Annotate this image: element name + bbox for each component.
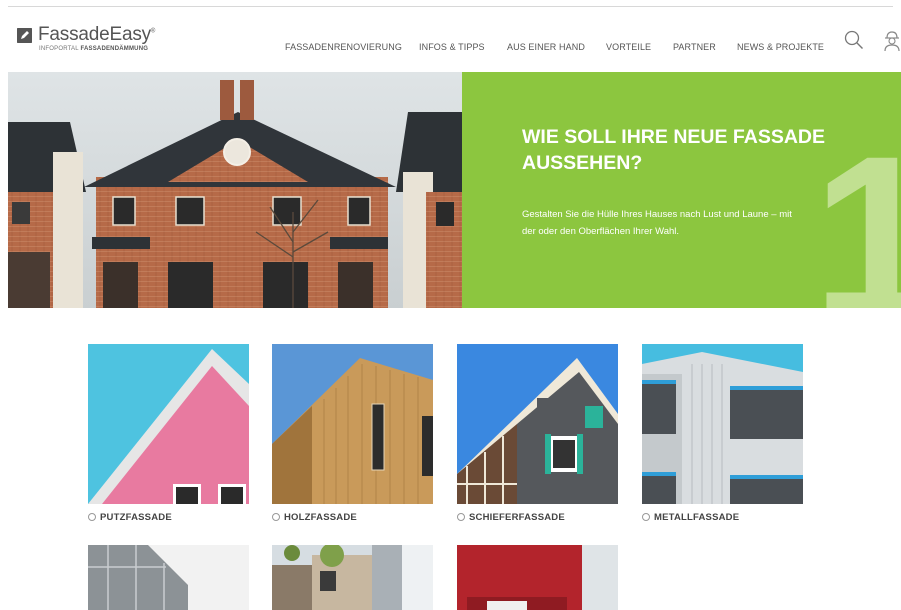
search-icon[interactable] bbox=[844, 30, 864, 55]
nav-item-partner[interactable]: PARTNER bbox=[673, 42, 716, 52]
holzfassade-image bbox=[272, 344, 433, 504]
facade-label-text: PUTZFASSADE bbox=[100, 512, 172, 523]
facade-card-putz[interactable]: PUTZFASSADE bbox=[88, 344, 249, 523]
radio-icon[interactable] bbox=[272, 513, 280, 521]
nav-item-news-projekte[interactable]: NEWS & PROJEKTE bbox=[737, 42, 824, 52]
schieferfassade-image bbox=[457, 344, 618, 504]
facade-card-metall[interactable]: METALLFASSADE bbox=[642, 344, 803, 523]
facade-card-holz[interactable]: HOLZFASSADE bbox=[272, 344, 433, 523]
hero-text: Gestalten Sie die Hülle Ihres Hauses nac… bbox=[522, 209, 792, 237]
main-nav: FASSADENRENOVIERUNG INFOS & TIPPS AUS EI… bbox=[0, 42, 901, 56]
nav-item-fassadenrenovierung[interactable]: FASSADENRENOVIERUNG bbox=[285, 42, 402, 52]
nav-item-vorteile[interactable]: VORTEILE bbox=[606, 42, 651, 52]
radio-icon[interactable] bbox=[88, 513, 96, 521]
facade-card-row2-3[interactable] bbox=[457, 545, 618, 610]
facade-card-row2-2[interactable] bbox=[272, 545, 433, 610]
radio-icon[interactable] bbox=[457, 513, 465, 521]
facade-card-row2-1[interactable] bbox=[88, 545, 249, 610]
hero-panel: 1 WIE SOLL IHRE NEUE FASSADE AUSSEHEN? G… bbox=[462, 72, 901, 308]
facade-label-text: METALLFASSADE bbox=[654, 512, 740, 523]
facade-label-text: SCHIEFERFASSADE bbox=[469, 512, 565, 523]
hero-banner: 1 WIE SOLL IHRE NEUE FASSADE AUSSEHEN? G… bbox=[8, 72, 901, 308]
facade-label-text: HOLZFASSADE bbox=[284, 512, 357, 523]
brand-trademark: ® bbox=[150, 28, 156, 35]
site-header: FassadeEasy® INFOPORTAL FASSADENDÄMMUNG … bbox=[0, 8, 901, 72]
putzfassade-image bbox=[88, 344, 249, 504]
radio-icon[interactable] bbox=[642, 513, 650, 521]
user-icon[interactable] bbox=[883, 30, 901, 57]
nav-item-infos-tipps[interactable]: INFOS & TIPPS bbox=[419, 42, 485, 52]
nav-item-aus-einer-hand[interactable]: AUS EINER HAND bbox=[507, 42, 585, 52]
facade-card-schiefer[interactable]: SCHIEFERFASSADE bbox=[457, 344, 618, 523]
hero-houses-photo bbox=[8, 72, 462, 308]
pencil-square-icon bbox=[17, 28, 32, 43]
top-divider bbox=[8, 6, 893, 7]
hero-title: WIE SOLL IHRE NEUE FASSADE AUSSEHEN? bbox=[522, 126, 826, 175]
metallfassade-image bbox=[642, 344, 803, 504]
